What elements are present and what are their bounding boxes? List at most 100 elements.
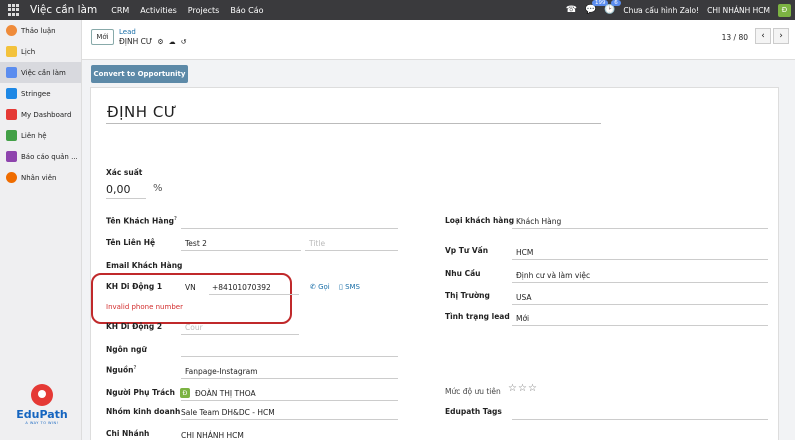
- menu-crm[interactable]: CRM: [111, 6, 129, 15]
- sidebar-item-employees[interactable]: Nhân viên: [0, 167, 81, 188]
- clock-icon[interactable]: 🕑 6: [604, 0, 621, 15]
- mobile2-country[interactable]: Cour: [185, 323, 203, 332]
- language-input[interactable]: [181, 356, 398, 357]
- sales-team-input[interactable]: Sale Team DH&DC - HCM: [181, 408, 275, 417]
- user-avatar[interactable]: Đ: [778, 3, 791, 17]
- consultant-label: Vp Tư Vấn: [445, 246, 489, 255]
- customer-type-underline: [512, 228, 768, 229]
- sales-team-label: Nhóm kinh doanh: [106, 407, 181, 416]
- discuss-icon: [6, 25, 17, 36]
- market-input[interactable]: USA: [516, 293, 532, 302]
- lead-status-input[interactable]: Mới: [516, 314, 529, 323]
- mobile-field-highlight: [91, 273, 292, 324]
- title-underline: [305, 250, 398, 251]
- market-underline: [512, 304, 768, 305]
- sidebar-item-discuss[interactable]: Thảo luận: [0, 20, 81, 41]
- mobile1-label: KH Di Động 1: [106, 282, 163, 291]
- zalo-status[interactable]: Chưa cấu hình Zalo!: [623, 6, 699, 15]
- call-button[interactable]: ✆ Gọi: [310, 283, 330, 291]
- star-icon[interactable]: ☆: [508, 383, 518, 394]
- calendar-icon: [6, 46, 17, 57]
- lead-name-underline: [106, 123, 601, 124]
- cloud-save-icon[interactable]: ☁: [169, 38, 176, 46]
- customer-name-input[interactable]: [181, 228, 398, 229]
- dashboard-icon: [6, 109, 17, 120]
- priority-stars: ☆☆☆: [508, 383, 538, 394]
- pager-next-button[interactable]: ›: [773, 28, 789, 44]
- company-switcher[interactable]: CHI NHÁNH HCM: [707, 6, 770, 15]
- undo-icon[interactable]: ↺: [181, 38, 187, 46]
- pager-prev-button[interactable]: ‹: [755, 28, 771, 44]
- star-icon[interactable]: ☆: [528, 383, 538, 394]
- consultant-underline: [512, 259, 768, 260]
- source-underline: [181, 378, 398, 379]
- sidebar-item-reports[interactable]: Báo cáo quản ...: [0, 146, 81, 167]
- stringee-icon: [6, 88, 17, 99]
- top-menu: CRM Activities Projects Báo Cáo: [111, 6, 274, 15]
- app-title[interactable]: Việc cần làm: [30, 4, 97, 16]
- contact-name-label: Tên Liên Hệ: [106, 238, 156, 247]
- new-button[interactable]: Mới: [91, 29, 114, 45]
- sidebar-item-stringee[interactable]: Stringee: [0, 83, 81, 104]
- branch-label: Chi Nhánh: [106, 429, 150, 438]
- edupath-tags-label: Edupath Tags: [445, 407, 502, 416]
- chat-icon[interactable]: 💬 199: [585, 0, 609, 15]
- sidebar-item-label: Stringee: [21, 89, 51, 98]
- probability-input[interactable]: 0,00: [106, 183, 131, 196]
- contacts-icon: [6, 130, 17, 141]
- market-label: Thị Trường: [445, 291, 490, 300]
- sidebar-item-label: Báo cáo quản ...: [21, 152, 78, 161]
- sidebar-item-label: My Dashboard: [21, 110, 72, 119]
- contact-name-input[interactable]: Test 2: [185, 239, 207, 248]
- mobile2-label: KH Di Động 2: [106, 322, 163, 331]
- owner-label: Người Phụ Trách: [106, 388, 175, 397]
- edupath-tags-input[interactable]: [512, 419, 768, 420]
- breadcrumb-current: ĐỊNH CƯ ⚙ ☁ ↺: [119, 37, 187, 46]
- report-icon: [6, 151, 17, 162]
- logo-name: EduPath: [16, 408, 68, 421]
- branch-input[interactable]: CHI NHÁNH HCM: [181, 431, 244, 440]
- apps-menu-icon[interactable]: [8, 4, 20, 16]
- menu-reports[interactable]: Báo Cáo: [230, 6, 263, 15]
- sms-button[interactable]: ▯ SMS: [339, 283, 360, 291]
- star-icon[interactable]: ☆: [518, 383, 528, 394]
- convert-to-opportunity-button[interactable]: Convert to Opportunity: [91, 65, 188, 83]
- menu-activities[interactable]: Activities: [140, 6, 177, 15]
- sidebar-item-label: Liên hệ: [21, 131, 47, 140]
- consultant-input[interactable]: HCM: [516, 248, 533, 257]
- breadcrumb-lead[interactable]: Lead: [119, 28, 136, 36]
- phone-error-message: Invalid phone number: [106, 303, 183, 311]
- sidebar-item-label: Thảo luận: [21, 26, 56, 35]
- sidebar-item-calendar[interactable]: Lịch: [0, 41, 81, 62]
- sidebar-item-dashboard[interactable]: My Dashboard: [0, 104, 81, 125]
- sidebar-item-todo[interactable]: Việc cần làm: [0, 62, 81, 83]
- lead-status-underline: [512, 325, 768, 326]
- need-input[interactable]: Định cư và làm việc: [516, 271, 590, 280]
- source-label: Nguồn?: [106, 365, 137, 375]
- title-input[interactable]: Title: [309, 239, 325, 248]
- phone-icon[interactable]: ☎: [566, 5, 577, 15]
- need-underline: [512, 282, 768, 283]
- mobile1-country[interactable]: VN: [185, 283, 196, 292]
- sidebar-item-contacts[interactable]: Liên hệ: [0, 125, 81, 146]
- owner-input[interactable]: ĐOÀN THỊ THOA: [195, 389, 256, 398]
- pencil-icon: [6, 67, 17, 78]
- top-navbar: Việc cần làm CRM Activities Projects Báo…: [0, 0, 795, 20]
- phone-icon: ✆: [310, 283, 319, 291]
- logo-tagline: A WAY TO WIN!: [25, 421, 59, 425]
- mobile2-underline: [181, 334, 299, 335]
- gear-icon[interactable]: ⚙: [157, 38, 163, 46]
- menu-projects[interactable]: Projects: [188, 6, 220, 15]
- employees-icon: [6, 172, 17, 183]
- lead-name-field[interactable]: ĐỊNH CƯ: [107, 103, 177, 121]
- email-label: Email Khách Hàng: [106, 261, 183, 270]
- mobile1-input[interactable]: +84101070392: [212, 283, 271, 292]
- form-view: Convert to Opportunity ĐỊNH CƯ Xác suất …: [82, 61, 795, 440]
- source-input[interactable]: Fanpage-Instagram: [185, 367, 258, 376]
- customer-type-input[interactable]: Khách Hàng: [516, 217, 561, 226]
- systray: ☎ 💬 199 🕑 6 Chưa cấu hình Zalo! CHI NHÁNH …: [566, 0, 791, 20]
- edupath-logo: EduPath A WAY TO WIN!: [14, 384, 70, 425]
- contact-name-underline: [181, 250, 301, 251]
- sidebar-item-label: Lịch: [21, 47, 36, 56]
- breadcrumb-record: ĐỊNH CƯ: [119, 37, 153, 46]
